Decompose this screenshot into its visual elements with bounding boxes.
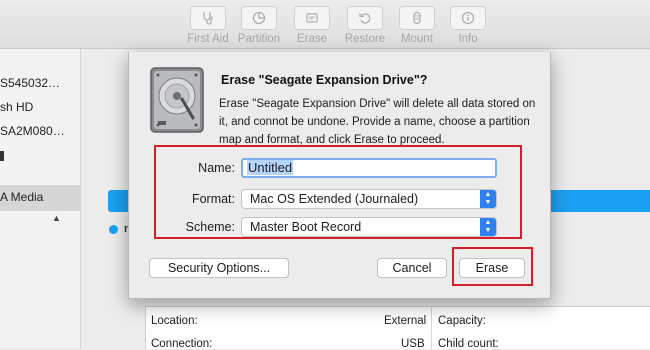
partition-color-dot [109,225,118,234]
chevron-updown-icon: ▲ ▼ [480,190,496,208]
format-label: Format: [191,192,235,206]
name-value: Untitled [247,160,294,175]
connection-value: USB [401,338,425,350]
sidebar: S545032… sh HD SA2M080… A Media ▲ [0,49,81,348]
sidebar-item-media[interactable]: A Media [0,190,43,204]
eject-icon[interactable]: ▲ [52,213,61,223]
sidebar-item-disk1[interactable]: S545032… [0,76,60,90]
first-aid-label: First Aid [187,33,229,45]
toolbar: First Aid Partition Erase Restore Mount … [0,0,650,49]
hard-drive-icon [150,67,204,133]
partition-icon [252,11,266,25]
sidebar-indicator [0,151,4,161]
scheme-label: Scheme: [185,220,235,234]
format-select[interactable]: Mac OS Extended (Journaled) ▲ ▼ [241,189,497,209]
format-value: Mac OS Extended (Journaled) [250,192,419,206]
erase-label: Erase [296,33,328,45]
scheme-value: Master Boot Record [250,220,362,234]
erase-icon [306,13,318,23]
mount-icon [413,11,421,25]
erase-dialog: Erase "Seagate Expansion Drive"? Erase "… [128,52,551,299]
location-value: External [384,315,427,327]
mount-label: Mount [401,33,433,45]
connection-label: Connection: [151,338,213,350]
erase-button[interactable]: Erase [459,258,525,278]
child-count-label: Child count: [438,338,499,350]
dialog-title: Erase "Seagate Expansion Drive"? [221,73,428,87]
first-aid-button[interactable]: First Aid [180,6,236,45]
stethoscope-icon [203,12,213,25]
restore-button[interactable]: Restore [337,6,393,45]
sidebar-item-disk2[interactable]: SA2M080… [0,124,65,138]
chevron-updown-icon: ▲ ▼ [480,218,496,236]
partition-label: Partition [237,33,281,45]
name-label: Name: [198,161,235,175]
name-field[interactable]: Untitled [241,158,497,178]
capacity-label: Capacity: [438,315,486,327]
sidebar-item-macintosh-hd[interactable]: sh HD [0,100,33,114]
info-divider [431,307,432,349]
info-icon [461,11,475,25]
info-table: Location: External Connection: USB Capac… [145,306,650,350]
location-label: Location: [151,315,198,327]
restore-icon [359,13,371,24]
cancel-button[interactable]: Cancel [377,258,447,278]
mount-button[interactable]: Mount [389,6,445,45]
scheme-select[interactable]: Master Boot Record ▲ ▼ [241,217,497,237]
security-options-button[interactable]: Security Options... [149,258,289,278]
erase-button-toolbar[interactable]: Erase [284,6,340,45]
dialog-description: Erase "Seagate Expansion Drive" will del… [219,98,536,146]
restore-label: Restore [344,33,386,45]
info-button[interactable]: Info [440,6,496,45]
partition-button[interactable]: Partition [231,6,287,45]
info-label: Info [458,33,478,45]
